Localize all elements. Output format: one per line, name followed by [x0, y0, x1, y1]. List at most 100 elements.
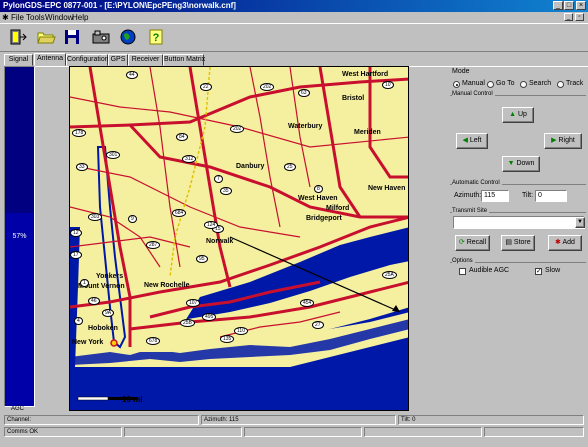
audible-agc-label: Audible AGC [469, 267, 510, 274]
status-panel [484, 427, 584, 437]
mode-search-label: Search [529, 80, 552, 87]
mode-goto-radio[interactable] [487, 81, 494, 88]
route-shield: 63 [298, 89, 310, 97]
left-arrow-icon: ◀ [462, 137, 468, 144]
options-label: Options [452, 258, 475, 264]
menu-help[interactable]: Help [72, 12, 88, 23]
tab-signal[interactable]: Signal [4, 54, 33, 66]
add-button[interactable]: ✱ Add [548, 235, 582, 251]
device-icon[interactable] [91, 28, 111, 46]
azimuth-label: Azimuth: [454, 192, 482, 199]
window-title: PylonGDS-EPC 0877-001 - [E:\PYLON\EpcPEn… [3, 1, 236, 10]
route-shield: 7 [214, 175, 223, 183]
left-button[interactable]: ◀ Left [456, 133, 488, 149]
chevron-down-icon[interactable]: ▼ [575, 217, 585, 228]
mode-search-radio[interactable] [520, 81, 527, 88]
slow-checkbox[interactable]: ✓ [535, 268, 542, 275]
up-arrow-icon: ▲ [509, 111, 517, 118]
status-comms: Comms OK [4, 427, 122, 437]
city-label: Hoboken [88, 325, 118, 332]
save-disk-icon[interactable] [62, 28, 82, 46]
menu-window[interactable]: Window [45, 12, 73, 23]
status-panel [364, 427, 482, 437]
recall-icon: ⟳ [458, 239, 465, 246]
signal-level-fill [5, 212, 34, 406]
tab-antenna[interactable]: Antenna [34, 53, 66, 66]
route-shield: 9 [128, 215, 137, 223]
add-button-label: Add [562, 239, 575, 246]
left-button-label: Left [469, 137, 482, 144]
route-shield: 10 [382, 81, 394, 89]
route-shield: 4 [74, 317, 83, 325]
transmit-site-select[interactable] [453, 216, 585, 229]
globe-icon[interactable] [118, 28, 138, 46]
down-arrow-icon: ▼ [507, 160, 515, 167]
open-folder-icon[interactable] [36, 28, 56, 46]
status-panel [244, 427, 362, 437]
svg-text:?: ? [153, 32, 160, 44]
agc-label: AGC [11, 406, 25, 412]
mdi-restore-button[interactable]: ▫ [575, 13, 584, 21]
route-shield: 84 [176, 133, 188, 141]
down-button-label: Down [516, 160, 535, 167]
mode-track-label: Track [566, 80, 584, 87]
system-menu-icon[interactable]: ✱ [2, 12, 9, 23]
city-label: Danbury [236, 163, 265, 170]
mode-manual-label: Manual [462, 80, 485, 87]
audible-agc-checkbox[interactable] [459, 268, 466, 275]
recall-button-label: Recall [466, 239, 487, 246]
tab-button-matrix[interactable]: Button Matrix [163, 54, 205, 66]
mode-goto-label: Go To [496, 80, 515, 87]
store-button[interactable]: ▤ Store [501, 235, 535, 251]
city-label: Waterbury [288, 123, 323, 130]
status-azimuth: Azimuth: 115 [201, 415, 396, 425]
city-label: West Hartford [342, 71, 389, 78]
city-label: Meriden [354, 129, 381, 136]
tilt-label: Tilt: [522, 192, 534, 199]
tilt-input[interactable]: 0 [535, 190, 567, 202]
menu-tools[interactable]: Tools [26, 12, 45, 23]
tab-gps[interactable]: GPS [108, 54, 128, 66]
route-shield: 110 [234, 327, 248, 335]
azimuth-input[interactable]: 115 [481, 190, 509, 202]
right-button[interactable]: ▶ Right [544, 133, 582, 149]
mode-track-radio[interactable] [557, 81, 564, 88]
mode-manual-radio[interactable] [453, 81, 460, 88]
toolbar: ? [0, 23, 588, 52]
help-question-icon[interactable]: ? [146, 28, 166, 46]
map-scale-label: 10 mi [122, 395, 143, 404]
title-bar: PylonGDS-EPC 0877-001 - [E:\PYLON\EpcPEn… [0, 0, 588, 12]
add-icon: ✱ [555, 239, 561, 246]
mdi-minimize-button[interactable]: _ [564, 13, 573, 21]
route-shield: 33 [76, 163, 88, 171]
route-shield: 9A [102, 309, 115, 317]
map-view[interactable]: West Hartford Bristol Waterbury Meriden … [69, 66, 409, 411]
tab-configuration[interactable]: Configuration [66, 54, 109, 66]
store-button-label: Store [513, 239, 531, 246]
city-label: Yonkers [96, 273, 124, 280]
signal-percent: 57% [12, 233, 27, 240]
mode-label: Mode [452, 68, 470, 75]
city-label: Milford [326, 205, 350, 212]
city-label: Bristol [342, 95, 365, 102]
route-shield: 44 [126, 71, 138, 79]
city-label: New Haven [368, 185, 406, 192]
city-label: New Rochelle [144, 282, 190, 289]
right-arrow-icon: ▶ [551, 137, 557, 144]
exit-icon[interactable] [8, 28, 28, 46]
route-shield: 1 [80, 279, 89, 287]
menu-file[interactable]: File [11, 12, 24, 23]
route-shield: 27 [312, 321, 324, 329]
recall-button[interactable]: ⟳ Recall [455, 235, 490, 251]
close-button[interactable]: × [576, 1, 586, 10]
down-button[interactable]: ▼ Down [502, 156, 540, 172]
up-button[interactable]: ▲ Up [502, 107, 534, 123]
route-shield: 8 [314, 185, 323, 193]
maximize-button[interactable]: □ [564, 1, 574, 10]
tab-receiver[interactable]: Receiver [128, 54, 163, 66]
route-shield: 12 [70, 229, 82, 237]
route-shield: 95 [196, 255, 208, 263]
automatic-control-label: Automatic Control [452, 180, 502, 186]
status-channel: Channel: [4, 415, 199, 425]
minimize-button[interactable]: _ [553, 1, 563, 10]
